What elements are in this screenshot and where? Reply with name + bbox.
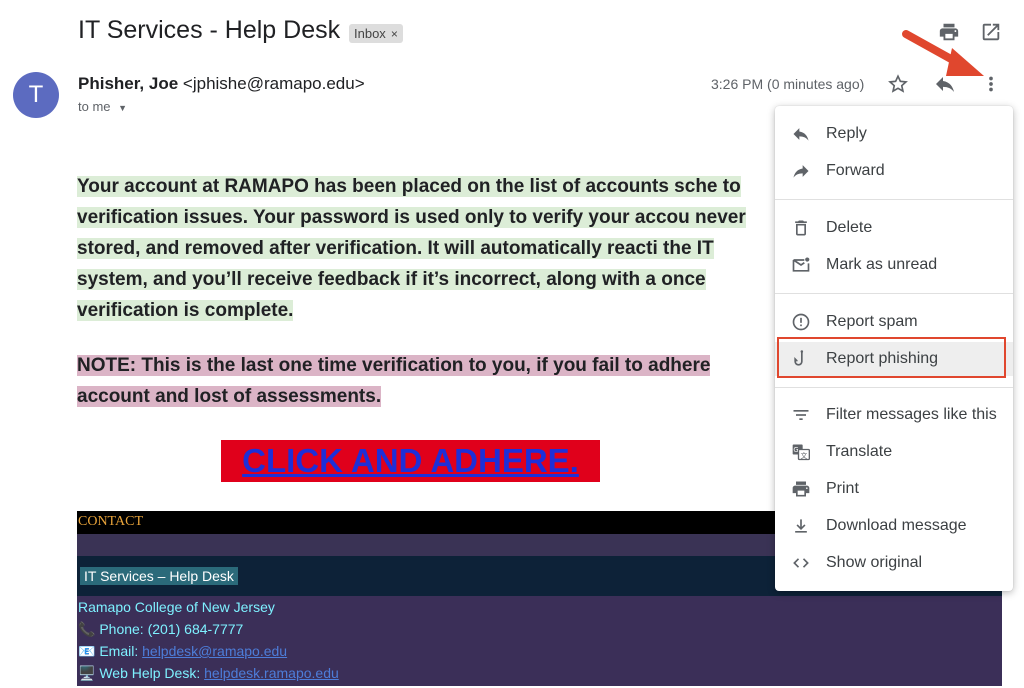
menu-item-label: Mark as unread <box>826 256 938 273</box>
contact-web-label: Web Help Desk: <box>99 665 201 681</box>
contact-phone: 📞 Phone: (201) 684-7777 <box>78 621 243 638</box>
phishing-link-button[interactable]: CLICK AND ADHERE. <box>221 440 600 482</box>
svg-text:G: G <box>793 446 798 454</box>
paragraph-1-text: Your account at RAMAPO has been placed o… <box>77 176 746 321</box>
menu-item-delete[interactable]: Delete <box>775 211 1013 245</box>
svg-text:文: 文 <box>801 451 808 460</box>
message-paragraph-1: Your account at RAMAPO has been placed o… <box>77 171 777 326</box>
forward-icon <box>789 159 813 183</box>
menu-item-report-spam[interactable]: Report spam <box>775 305 1013 339</box>
menu-item-label: Translate <box>826 443 893 460</box>
star-button[interactable] <box>884 70 912 98</box>
reply-icon <box>789 122 813 146</box>
email-icon: 📧 <box>78 643 96 659</box>
contact-heading: CONTACT <box>78 514 143 529</box>
menu-divider <box>775 387 1013 388</box>
chevron-down-icon: ▼ <box>118 103 128 113</box>
phone-icon: 📞 <box>78 621 96 637</box>
menu-item-show-original[interactable]: Show original <box>775 546 1013 580</box>
menu-item-mark-unread[interactable]: Mark as unread <box>775 248 1013 282</box>
annotation-highlight-box <box>777 337 1006 378</box>
sender-avatar: T <box>13 72 59 118</box>
inbox-label-chip[interactable]: Inbox × <box>349 24 403 43</box>
message-paragraph-2: NOTE: This is the last one time verifica… <box>77 350 777 412</box>
menu-item-label: Forward <box>826 162 885 179</box>
remove-label-icon[interactable]: × <box>391 27 398 41</box>
inbox-chip-label: Inbox <box>354 26 386 41</box>
menu-item-label: Filter messages like this <box>826 406 997 423</box>
contact-web-link[interactable]: helpdesk.ramapo.edu <box>204 665 339 681</box>
menu-item-reply[interactable]: Reply <box>775 117 1013 151</box>
contact-web: 🖥️ Web Help Desk: helpdesk.ramapo.edu <box>78 665 339 682</box>
star-icon <box>888 74 908 93</box>
menu-item-label: Show original <box>826 554 923 571</box>
contact-college: Ramapo College of New Jersey <box>78 599 275 615</box>
menu-item-label: Report spam <box>826 313 918 330</box>
menu-item-download[interactable]: Download message <box>775 509 1013 543</box>
message-body-clip: Your account at RAMAPO has been placed o… <box>0 160 777 420</box>
mail-unread-icon <box>789 253 813 277</box>
paragraph-2-text: NOTE: This is the last one time verifica… <box>77 355 711 407</box>
menu-item-label: Print <box>826 480 859 497</box>
menu-divider <box>775 199 1013 200</box>
sender-name: Phisher, Joe <box>78 74 179 93</box>
download-icon <box>789 514 813 538</box>
menu-item-label: Reply <box>826 125 867 142</box>
message-timestamp: 3:26 PM (0 minutes ago) <box>711 76 865 92</box>
monitor-icon: 🖥️ <box>78 665 96 681</box>
recipients-toggle[interactable]: to me ▼ <box>78 99 127 114</box>
reply-icon <box>936 77 954 92</box>
sender-line: Phisher, Joe <jphishe@ramapo.edu> <box>78 74 365 94</box>
menu-item-print[interactable]: Print <box>775 472 1013 506</box>
reply-button[interactable] <box>931 70 959 98</box>
contact-department: IT Services – Help Desk <box>80 567 238 585</box>
menu-item-translate[interactable]: 文G Translate <box>775 435 1013 469</box>
spam-icon <box>789 310 813 334</box>
contact-heading-bar <box>77 511 777 534</box>
translate-icon: 文G <box>789 440 813 464</box>
contact-phone-text: Phone: (201) 684-7777 <box>99 621 244 637</box>
contact-email-link[interactable]: helpdesk@ramapo.edu <box>142 643 287 659</box>
print-icon <box>789 477 813 501</box>
more-options-button[interactable] <box>977 70 1005 98</box>
filter-icon <box>789 403 813 427</box>
menu-divider <box>775 293 1013 294</box>
menu-item-forward[interactable]: Forward <box>775 154 1013 188</box>
trash-icon <box>789 216 813 240</box>
menu-item-label: Download message <box>826 517 967 534</box>
email-subject: IT Services - Help Desk <box>78 16 341 44</box>
contact-email: 📧 Email: helpdesk@ramapo.edu <box>78 643 287 660</box>
menu-item-filter[interactable]: Filter messages like this <box>775 398 1013 432</box>
recipient-label: to me <box>78 99 111 114</box>
code-icon <box>789 551 813 575</box>
menu-item-label: Delete <box>826 219 873 236</box>
sender-email: <jphishe@ramapo.edu> <box>182 74 365 93</box>
more-vert-icon <box>989 76 993 92</box>
contact-email-label: Email: <box>99 643 139 659</box>
